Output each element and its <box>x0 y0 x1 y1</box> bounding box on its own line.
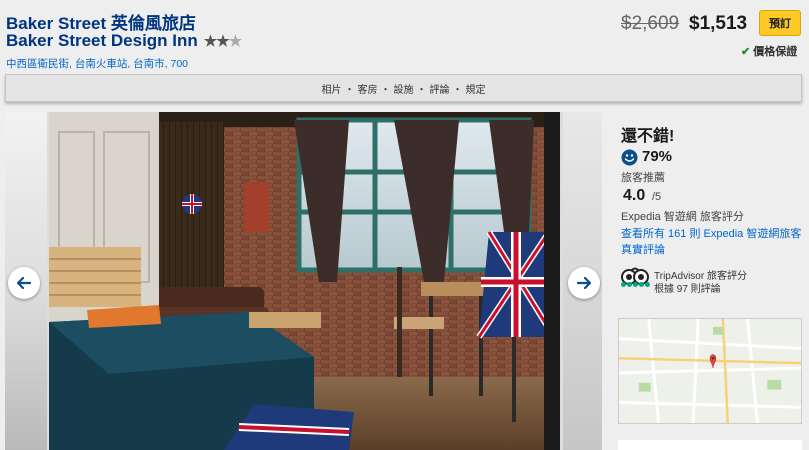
tripadvisor-review-count: 根據 97 則評論 <box>654 284 721 295</box>
tab-reviews[interactable]: 評論 <box>430 81 450 96</box>
review-verdict: 還不錯! <box>621 128 675 145</box>
guest-score-max: /5 <box>652 191 662 203</box>
star-rating-icon: ★★★ <box>203 33 242 50</box>
tripadvisor-rating-bubbles <box>621 282 650 287</box>
map-footer-panel <box>618 440 802 450</box>
recommend-percentage: 79% <box>642 148 673 165</box>
price-guarantee-label: 價格保證 <box>753 46 798 58</box>
photo-gallery <box>5 112 602 450</box>
arrow-right-icon <box>577 277 591 289</box>
hotel-address[interactable]: 中西區衛民街, 台南火車站, 台南市, 700 <box>6 56 188 71</box>
rating-bubble-icon <box>627 282 632 287</box>
smiley-icon <box>621 149 638 166</box>
next-photo-button[interactable] <box>568 267 600 299</box>
guest-score: 4.0 <box>623 187 646 204</box>
rating-bubble-icon <box>633 282 638 287</box>
section-tabs: 相片 ・ 客房 ・ 設施 ・ 評論 ・ 規定 <box>5 74 802 102</box>
arrow-left-icon <box>17 277 31 289</box>
rating-bubble-icon <box>621 282 626 287</box>
tab-separator: ・ <box>344 84 355 96</box>
previous-photo-button[interactable] <box>8 267 40 299</box>
current-price: $1,513 <box>689 13 748 34</box>
tab-policies[interactable]: 規定 <box>466 81 486 96</box>
tab-facilities[interactable]: 設施 <box>394 81 414 96</box>
book-button[interactable]: 預訂 <box>759 10 801 36</box>
tab-photos[interactable]: 相片 <box>322 81 342 96</box>
tab-separator: ・ <box>380 84 391 96</box>
hotel-header: Baker Street 英倫風旅店 Baker Street Design I… <box>0 0 809 72</box>
hotel-name-en: Baker Street Design Inn <box>6 31 198 50</box>
rating-bubble-icon <box>639 282 644 287</box>
tab-separator: ・ <box>416 84 427 96</box>
original-price: $2,609 <box>621 13 680 34</box>
all-reviews-link[interactable]: 查看所有 161 則 Expedia 智遊網旅客真實評論 <box>621 226 806 258</box>
check-icon: ✔ <box>741 46 751 58</box>
guest-score-label: Expedia 智遊網 旅客評分 <box>621 211 744 223</box>
tab-separator: ・ <box>452 84 463 96</box>
price-guarantee[interactable]: ✔ 價格保證 <box>741 43 797 59</box>
recommend-label: 旅客推薦 <box>621 172 665 184</box>
hotel-room-photo <box>49 112 560 450</box>
rating-bubble-icon <box>645 282 650 287</box>
hotel-name-en-row: Baker Street Design Inn ★★★ <box>6 31 242 51</box>
tab-rooms[interactable]: 客房 <box>358 81 378 96</box>
location-map[interactable] <box>618 318 802 424</box>
